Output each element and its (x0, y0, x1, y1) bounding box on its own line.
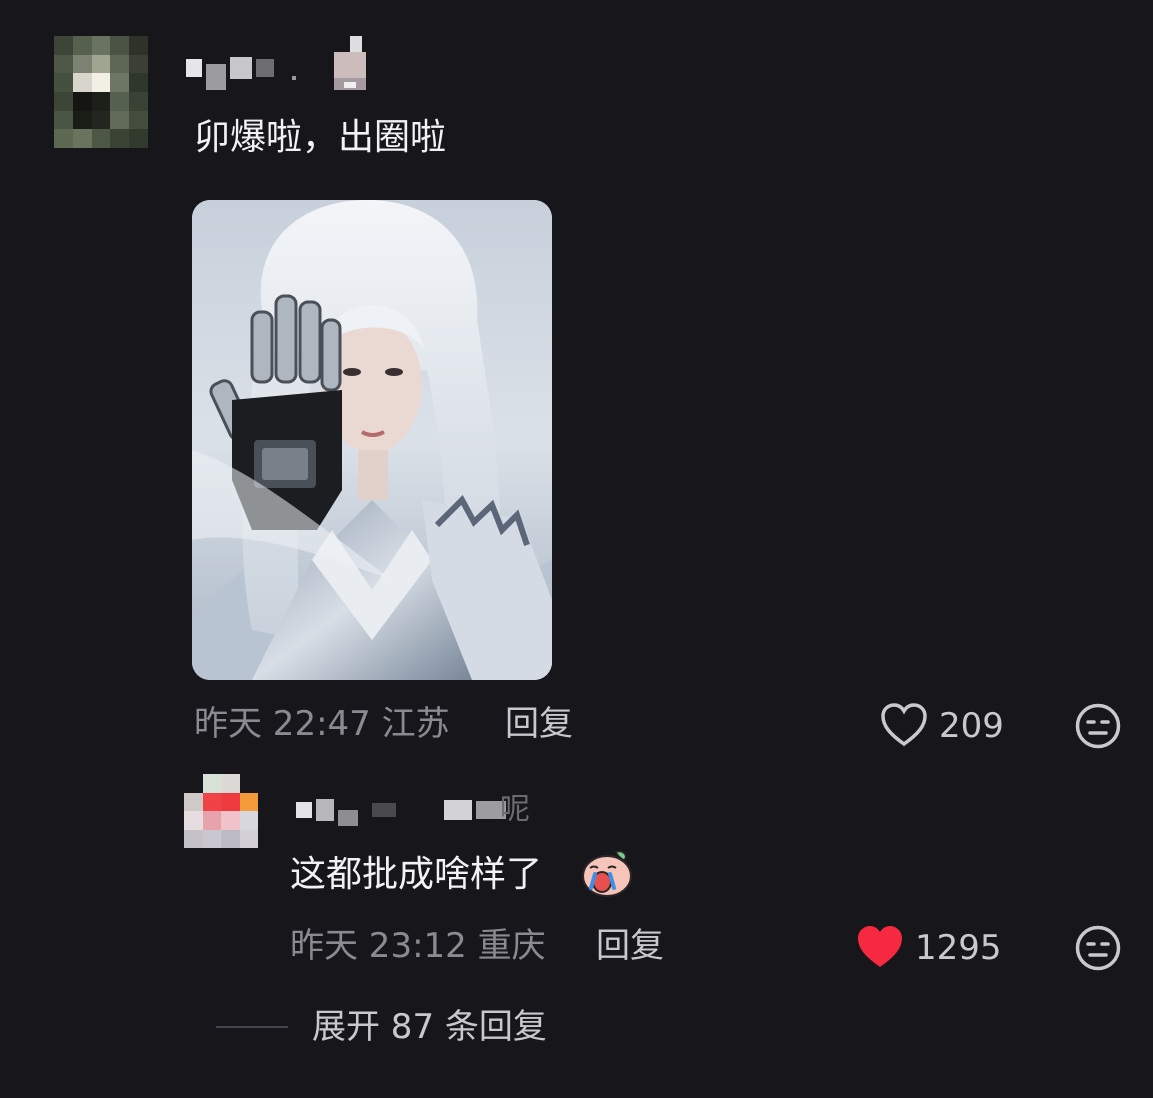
reply-meta: 昨天 23:12 重庆 (290, 926, 546, 966)
commenter-avatar[interactable] (54, 36, 148, 148)
liked-heart-icon[interactable] (856, 924, 904, 970)
reply-text: 这都批成啥样了 (290, 854, 543, 895)
reply-time: 昨天 23:12 (290, 926, 467, 966)
reply-dislike-face-icon[interactable] (1075, 925, 1121, 971)
portrait-photo-icon (192, 200, 552, 680)
comment-meta: 昨天 22:47 江苏 (194, 704, 450, 744)
expand-divider (216, 1026, 288, 1028)
reply-reply-button[interactable]: 回复 (596, 926, 664, 966)
comment-image[interactable] (192, 200, 552, 680)
reply-location: 重庆 (477, 926, 546, 966)
replier-avatar[interactable] (184, 774, 258, 848)
dislike-face-icon[interactable] (1075, 703, 1121, 749)
like-heart-icon[interactable] (880, 702, 928, 748)
crying-face-sticker-icon (580, 848, 634, 898)
replier-username-tail: 呢 (500, 792, 530, 827)
comment-time: 昨天 22:47 (194, 704, 371, 744)
comment-text: 卯爆啦，出圈啦 (194, 117, 447, 158)
commenter-username[interactable] (186, 40, 296, 96)
expand-replies-button[interactable]: 展开 87 条回复 (312, 1007, 547, 1047)
like-count: 209 (939, 706, 1004, 746)
replier-username[interactable]: 呢 (296, 790, 530, 830)
reply-button[interactable]: 回复 (505, 704, 573, 744)
user-badge-icon (330, 36, 370, 96)
comment-location: 江苏 (381, 704, 450, 744)
reply-like-count: 1295 (915, 928, 1002, 968)
